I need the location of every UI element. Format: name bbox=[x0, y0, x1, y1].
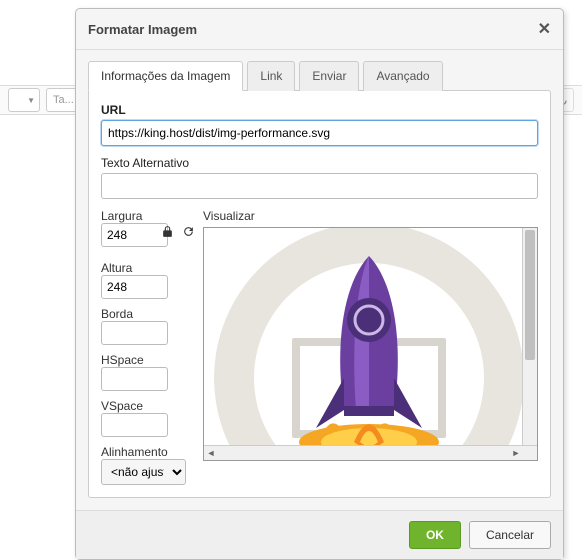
lock-ratio-icon[interactable] bbox=[161, 225, 174, 241]
dialog-titlebar: Formatar Imagem ✕ bbox=[76, 9, 563, 50]
tab-upload[interactable]: Enviar bbox=[299, 61, 359, 91]
image-properties-dialog: Formatar Imagem ✕ Informações da Imagem … bbox=[75, 8, 564, 560]
height-input[interactable] bbox=[101, 275, 168, 299]
border-input[interactable] bbox=[101, 321, 168, 345]
tab-panel-info: URL Texto Alternativo Largura bbox=[88, 90, 551, 498]
reset-size-icon[interactable] bbox=[182, 225, 195, 241]
toolbar-dropdown[interactable]: ▼ bbox=[8, 88, 40, 112]
scroll-right-icon[interactable]: ► bbox=[509, 446, 523, 460]
vspace-label: VSpace bbox=[101, 399, 191, 413]
width-label: Largura bbox=[101, 209, 191, 223]
url-input[interactable] bbox=[101, 120, 538, 146]
dialog-title: Formatar Imagem bbox=[88, 22, 197, 37]
scrollbar-thumb[interactable] bbox=[525, 230, 535, 360]
dimensions-column: Largura Altura Borda bbox=[101, 209, 191, 485]
alt-label: Texto Alternativo bbox=[101, 156, 538, 170]
height-label: Altura bbox=[101, 261, 191, 275]
tab-link[interactable]: Link bbox=[247, 61, 295, 91]
width-input[interactable] bbox=[101, 223, 168, 247]
tab-advanced[interactable]: Avançado bbox=[363, 61, 442, 91]
preview-image bbox=[204, 228, 523, 446]
hspace-input[interactable] bbox=[101, 367, 168, 391]
preview-box: ◄ ► bbox=[203, 227, 538, 461]
preview-label: Visualizar bbox=[203, 209, 538, 223]
hspace-label: HSpace bbox=[101, 353, 191, 367]
cancel-button[interactable]: Cancelar bbox=[469, 521, 551, 549]
preview-scrollbar-vertical[interactable] bbox=[522, 228, 537, 446]
vspace-input[interactable] bbox=[101, 413, 168, 437]
scroll-left-icon[interactable]: ◄ bbox=[204, 446, 218, 460]
dialog-tabs: Informações da Imagem Link Enviar Avança… bbox=[76, 50, 563, 90]
url-label: URL bbox=[101, 103, 538, 117]
border-label: Borda bbox=[101, 307, 191, 321]
ok-button[interactable]: OK bbox=[409, 521, 461, 549]
align-select[interactable]: <não ajust bbox=[101, 459, 186, 485]
alt-input[interactable] bbox=[101, 173, 538, 199]
preview-scrollbar-horizontal[interactable]: ◄ ► bbox=[204, 445, 537, 460]
align-label: Alinhamento bbox=[101, 445, 191, 459]
close-icon[interactable]: ✕ bbox=[538, 19, 551, 39]
tab-image-info[interactable]: Informações da Imagem bbox=[88, 61, 243, 91]
dialog-footer: OK Cancelar bbox=[76, 510, 563, 559]
